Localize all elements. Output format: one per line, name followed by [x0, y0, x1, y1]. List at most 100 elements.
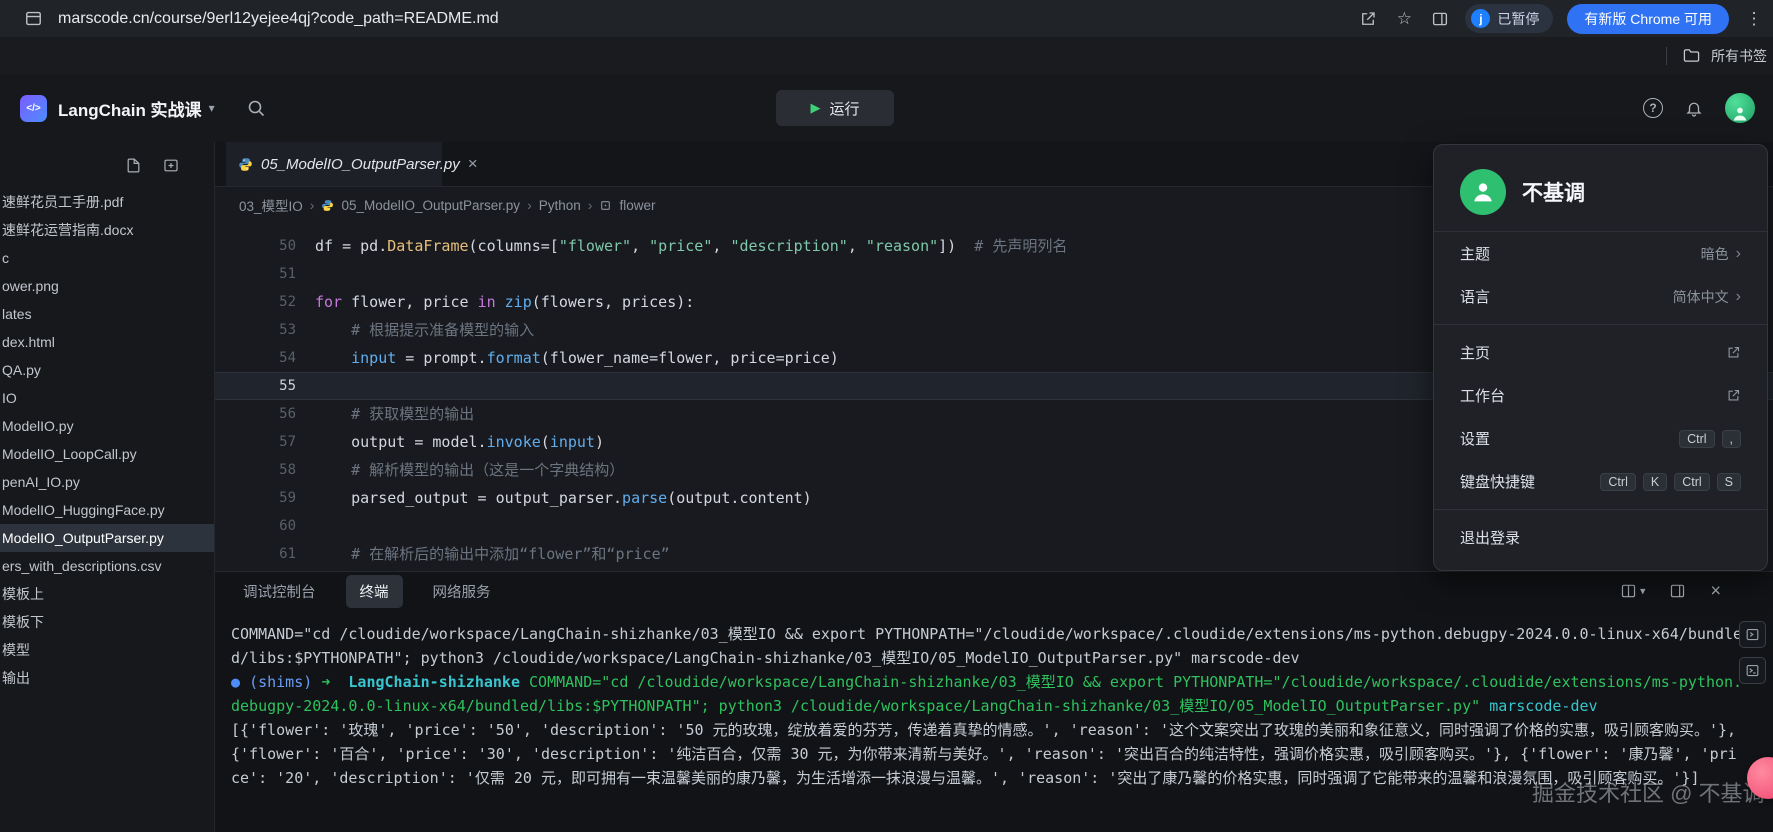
divider — [1434, 324, 1767, 325]
terminal-line: ● (shims) ➜ LangChain-shizhanke COMMAND=… — [231, 670, 1743, 718]
new-file-icon[interactable] — [125, 157, 142, 174]
file-item[interactable]: IO — [0, 384, 214, 412]
file-item[interactable]: ers_with_descriptions.csv — [0, 552, 214, 580]
user-avatar-large — [1460, 169, 1506, 215]
run-in-terminal-icon[interactable] — [1739, 621, 1766, 648]
breadcrumb-separator: › — [588, 197, 593, 213]
terminal-panel: 调试控制台 终端 网络服务 ▾ × COMMAND="cd /cloudide/wo… — [215, 571, 1773, 832]
help-icon[interactable]: ? — [1643, 98, 1663, 118]
chevron-down-icon[interactable]: ▾ — [209, 101, 215, 115]
menu-item[interactable]: 键盘快捷键CtrlKCtrlS — [1434, 460, 1767, 503]
breadcrumb-file[interactable]: 05_ModelIO_OutputParser.py — [341, 198, 520, 213]
file-item[interactable]: 模板下 — [0, 608, 214, 636]
file-item[interactable]: ModelIO_HuggingFace.py — [0, 496, 214, 524]
keyboard-shortcut-key: S — [1717, 473, 1741, 491]
breadcrumb-symbol[interactable]: flower — [619, 198, 655, 213]
user-menu-header: 不基调 — [1434, 145, 1767, 231]
split-terminal-icon[interactable]: ▾ — [1620, 583, 1646, 600]
terminal-tab[interactable]: 网络服务 — [433, 581, 491, 602]
terminal-output: COMMAND="cd /cloudide/workspace/LangChai… — [215, 610, 1773, 790]
bookmarks-separator — [1666, 47, 1667, 65]
ide-header: </> LangChain 实战课 ▾ ▶ 运行 ? — [0, 74, 1773, 142]
bookmarks-folder-icon — [1680, 45, 1702, 67]
breadcrumb-separator: › — [310, 197, 315, 213]
run-button[interactable]: ▶ 运行 — [776, 90, 894, 126]
explorer-actions — [0, 142, 214, 188]
notifications-bell-icon[interactable] — [1683, 97, 1705, 119]
external-link-icon — [1726, 388, 1741, 403]
browser-menu-icon[interactable]: ⋮ — [1743, 8, 1765, 30]
course-title: LangChain 实战课 — [58, 96, 202, 121]
panel-layout-icon[interactable] — [1669, 583, 1686, 600]
username: 不基调 — [1522, 177, 1585, 207]
terminal-header: 调试控制台 终端 网络服务 ▾ × — [215, 572, 1773, 610]
user-menu-items: 主题暗色›语言简体中文›主页工作台设置Ctrl,键盘快捷键CtrlKCtrlS退… — [1434, 232, 1767, 559]
share-icon[interactable] — [1357, 8, 1379, 30]
juejin-extension-icon: j — [1471, 9, 1490, 28]
user-avatar[interactable] — [1725, 93, 1755, 123]
file-item[interactable]: 模型 — [0, 636, 214, 664]
chevron-right-icon: › — [1736, 288, 1741, 306]
run-button-label: 运行 — [829, 98, 859, 119]
tab-overview-icon[interactable] — [22, 8, 44, 30]
terminal-tabs: 调试控制台 终端 网络服务 — [243, 575, 491, 608]
menu-item[interactable]: 主题暗色› — [1434, 232, 1767, 275]
python-file-icon — [238, 157, 253, 172]
file-item[interactable]: ModelIO.py — [0, 412, 214, 440]
search-icon[interactable] — [245, 97, 267, 119]
breadcrumb-separator: › — [527, 197, 532, 213]
terminal-line: COMMAND="cd /cloudide/workspace/LangChai… — [231, 622, 1743, 670]
extension-paused-badge[interactable]: j 已暂停 — [1465, 4, 1553, 33]
menu-item[interactable]: 设置Ctrl, — [1434, 417, 1767, 460]
open-terminal-icon[interactable] — [1739, 657, 1766, 684]
editor-tab[interactable]: 05_ModelIO_OutputParser.py × — [226, 142, 442, 186]
file-item[interactable]: 速鲜花员工手册.pdf — [0, 188, 214, 216]
file-item[interactable]: ModelIO_OutputParser.py — [0, 524, 214, 552]
python-icon — [321, 199, 334, 212]
terminal-line: [{'flower': '玫瑰', 'price': '50', 'descri… — [231, 718, 1743, 790]
close-panel-icon[interactable]: × — [1710, 581, 1721, 602]
file-item[interactable]: ModelIO_LoopCall.py — [0, 440, 214, 468]
terminal-tab[interactable]: 调试控制台 — [243, 581, 316, 602]
divider — [1434, 509, 1767, 510]
menu-item[interactable]: 退出登录 — [1434, 516, 1767, 559]
app-logo-icon[interactable]: </> — [20, 95, 47, 122]
file-explorer: 速鲜花员工手册.pdf速鲜花运营指南.docxcower.pnglatesdex… — [0, 142, 215, 832]
bookmarks-bar: 所有书签 — [0, 37, 1773, 74]
file-item[interactable]: penAI_IO.py — [0, 468, 214, 496]
file-item[interactable]: QA.py — [0, 356, 214, 384]
browser-toolbar: marscode.cn/course/9erl12yejee4qj?code_p… — [0, 0, 1773, 37]
keyboard-shortcut-key: Ctrl — [1600, 473, 1635, 491]
file-item[interactable]: c — [0, 244, 214, 272]
external-link-icon — [1726, 345, 1741, 360]
keyboard-shortcut-key: , — [1722, 430, 1741, 448]
menu-item[interactable]: 主页 — [1434, 331, 1767, 374]
bookmark-star-icon[interactable]: ☆ — [1393, 8, 1415, 30]
side-panel-icon[interactable] — [1429, 8, 1451, 30]
paused-badge-label: 已暂停 — [1497, 9, 1539, 29]
address-bar[interactable]: marscode.cn/course/9erl12yejee4qj?code_p… — [58, 10, 499, 28]
menu-item[interactable]: 工作台 — [1434, 374, 1767, 417]
keyboard-shortcut-key: K — [1643, 473, 1667, 491]
menu-item[interactable]: 语言简体中文› — [1434, 275, 1767, 318]
symbol-icon — [599, 199, 612, 212]
keyboard-shortcut-key: Ctrl — [1674, 473, 1709, 491]
file-item[interactable]: dex.html — [0, 328, 214, 356]
chrome-update-button[interactable]: 有新版 Chrome 可用 — [1567, 4, 1729, 34]
chevron-down-icon: ▾ — [1640, 585, 1646, 598]
file-item[interactable]: 模板上 — [0, 580, 214, 608]
file-item[interactable]: 速鲜花运营指南.docx — [0, 216, 214, 244]
breadcrumb-language[interactable]: Python — [539, 198, 581, 213]
new-folder-icon[interactable] — [162, 157, 180, 174]
file-list: 速鲜花员工手册.pdf速鲜花运营指南.docxcower.pnglatesdex… — [0, 188, 214, 692]
file-item[interactable]: lates — [0, 300, 214, 328]
user-menu: 不基调 主题暗色›语言简体中文›主页工作台设置Ctrl,键盘快捷键CtrlKCt… — [1433, 144, 1768, 571]
breadcrumb-folder[interactable]: 03_模型IO — [239, 195, 303, 215]
close-tab-icon[interactable]: × — [468, 154, 478, 174]
terminal-tab[interactable]: 终端 — [346, 575, 403, 608]
play-icon: ▶ — [810, 100, 820, 116]
file-item[interactable]: ower.png — [0, 272, 214, 300]
all-bookmarks-label[interactable]: 所有书签 — [1711, 46, 1767, 66]
file-item[interactable]: 输出 — [0, 664, 214, 692]
keyboard-shortcut-key: Ctrl — [1679, 430, 1714, 448]
